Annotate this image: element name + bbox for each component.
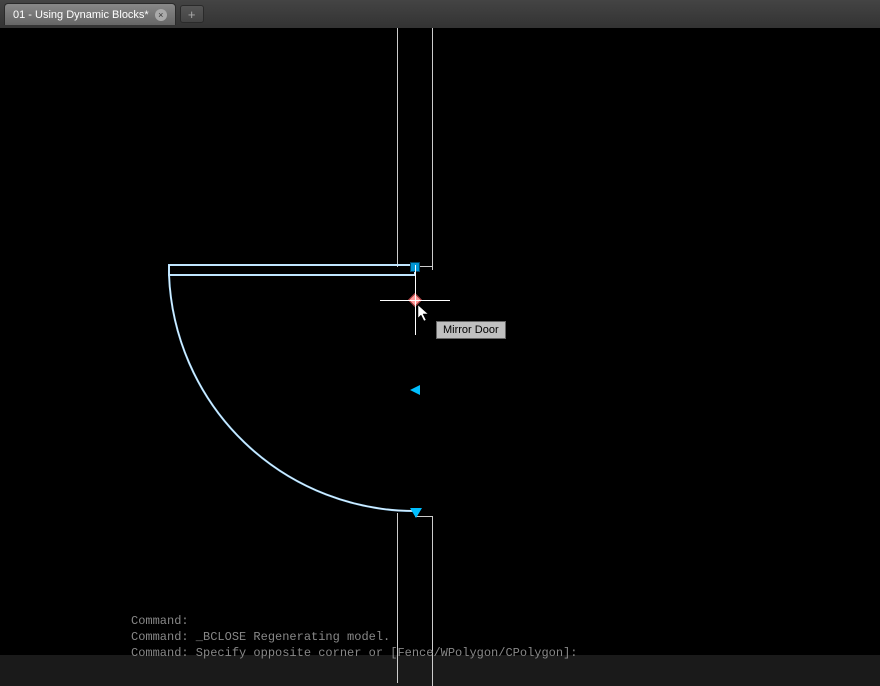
- stretch-grip[interactable]: [410, 508, 422, 518]
- new-tab-button[interactable]: +: [180, 5, 204, 23]
- grip-tooltip: Mirror Door: [436, 321, 506, 339]
- close-icon[interactable]: ×: [155, 9, 167, 21]
- tab-title: 01 - Using Dynamic Blocks*: [13, 9, 149, 21]
- drawing-viewport[interactable]: Mirror Door Command: Command: _BCLOSE Re…: [0, 28, 880, 655]
- command-history-3: Command: Specify opposite corner or [Fen…: [131, 646, 577, 660]
- plus-icon: +: [188, 7, 196, 22]
- wall-upper-right: [432, 28, 433, 270]
- wall-lower-right: [432, 516, 433, 686]
- door-block[interactable]: [165, 261, 435, 521]
- tab-bar: 01 - Using Dynamic Blocks* × +: [0, 0, 880, 28]
- command-history-1: Command:: [131, 614, 189, 628]
- insertion-grip[interactable]: [410, 262, 420, 272]
- horizontal-flip-grip[interactable]: [410, 385, 420, 395]
- command-history-2: Command: _BCLOSE Regenerating model.: [131, 630, 390, 644]
- wall-upper-left: [397, 28, 398, 267]
- tooltip-text: Mirror Door: [443, 324, 499, 336]
- tab-active[interactable]: 01 - Using Dynamic Blocks* ×: [4, 3, 176, 25]
